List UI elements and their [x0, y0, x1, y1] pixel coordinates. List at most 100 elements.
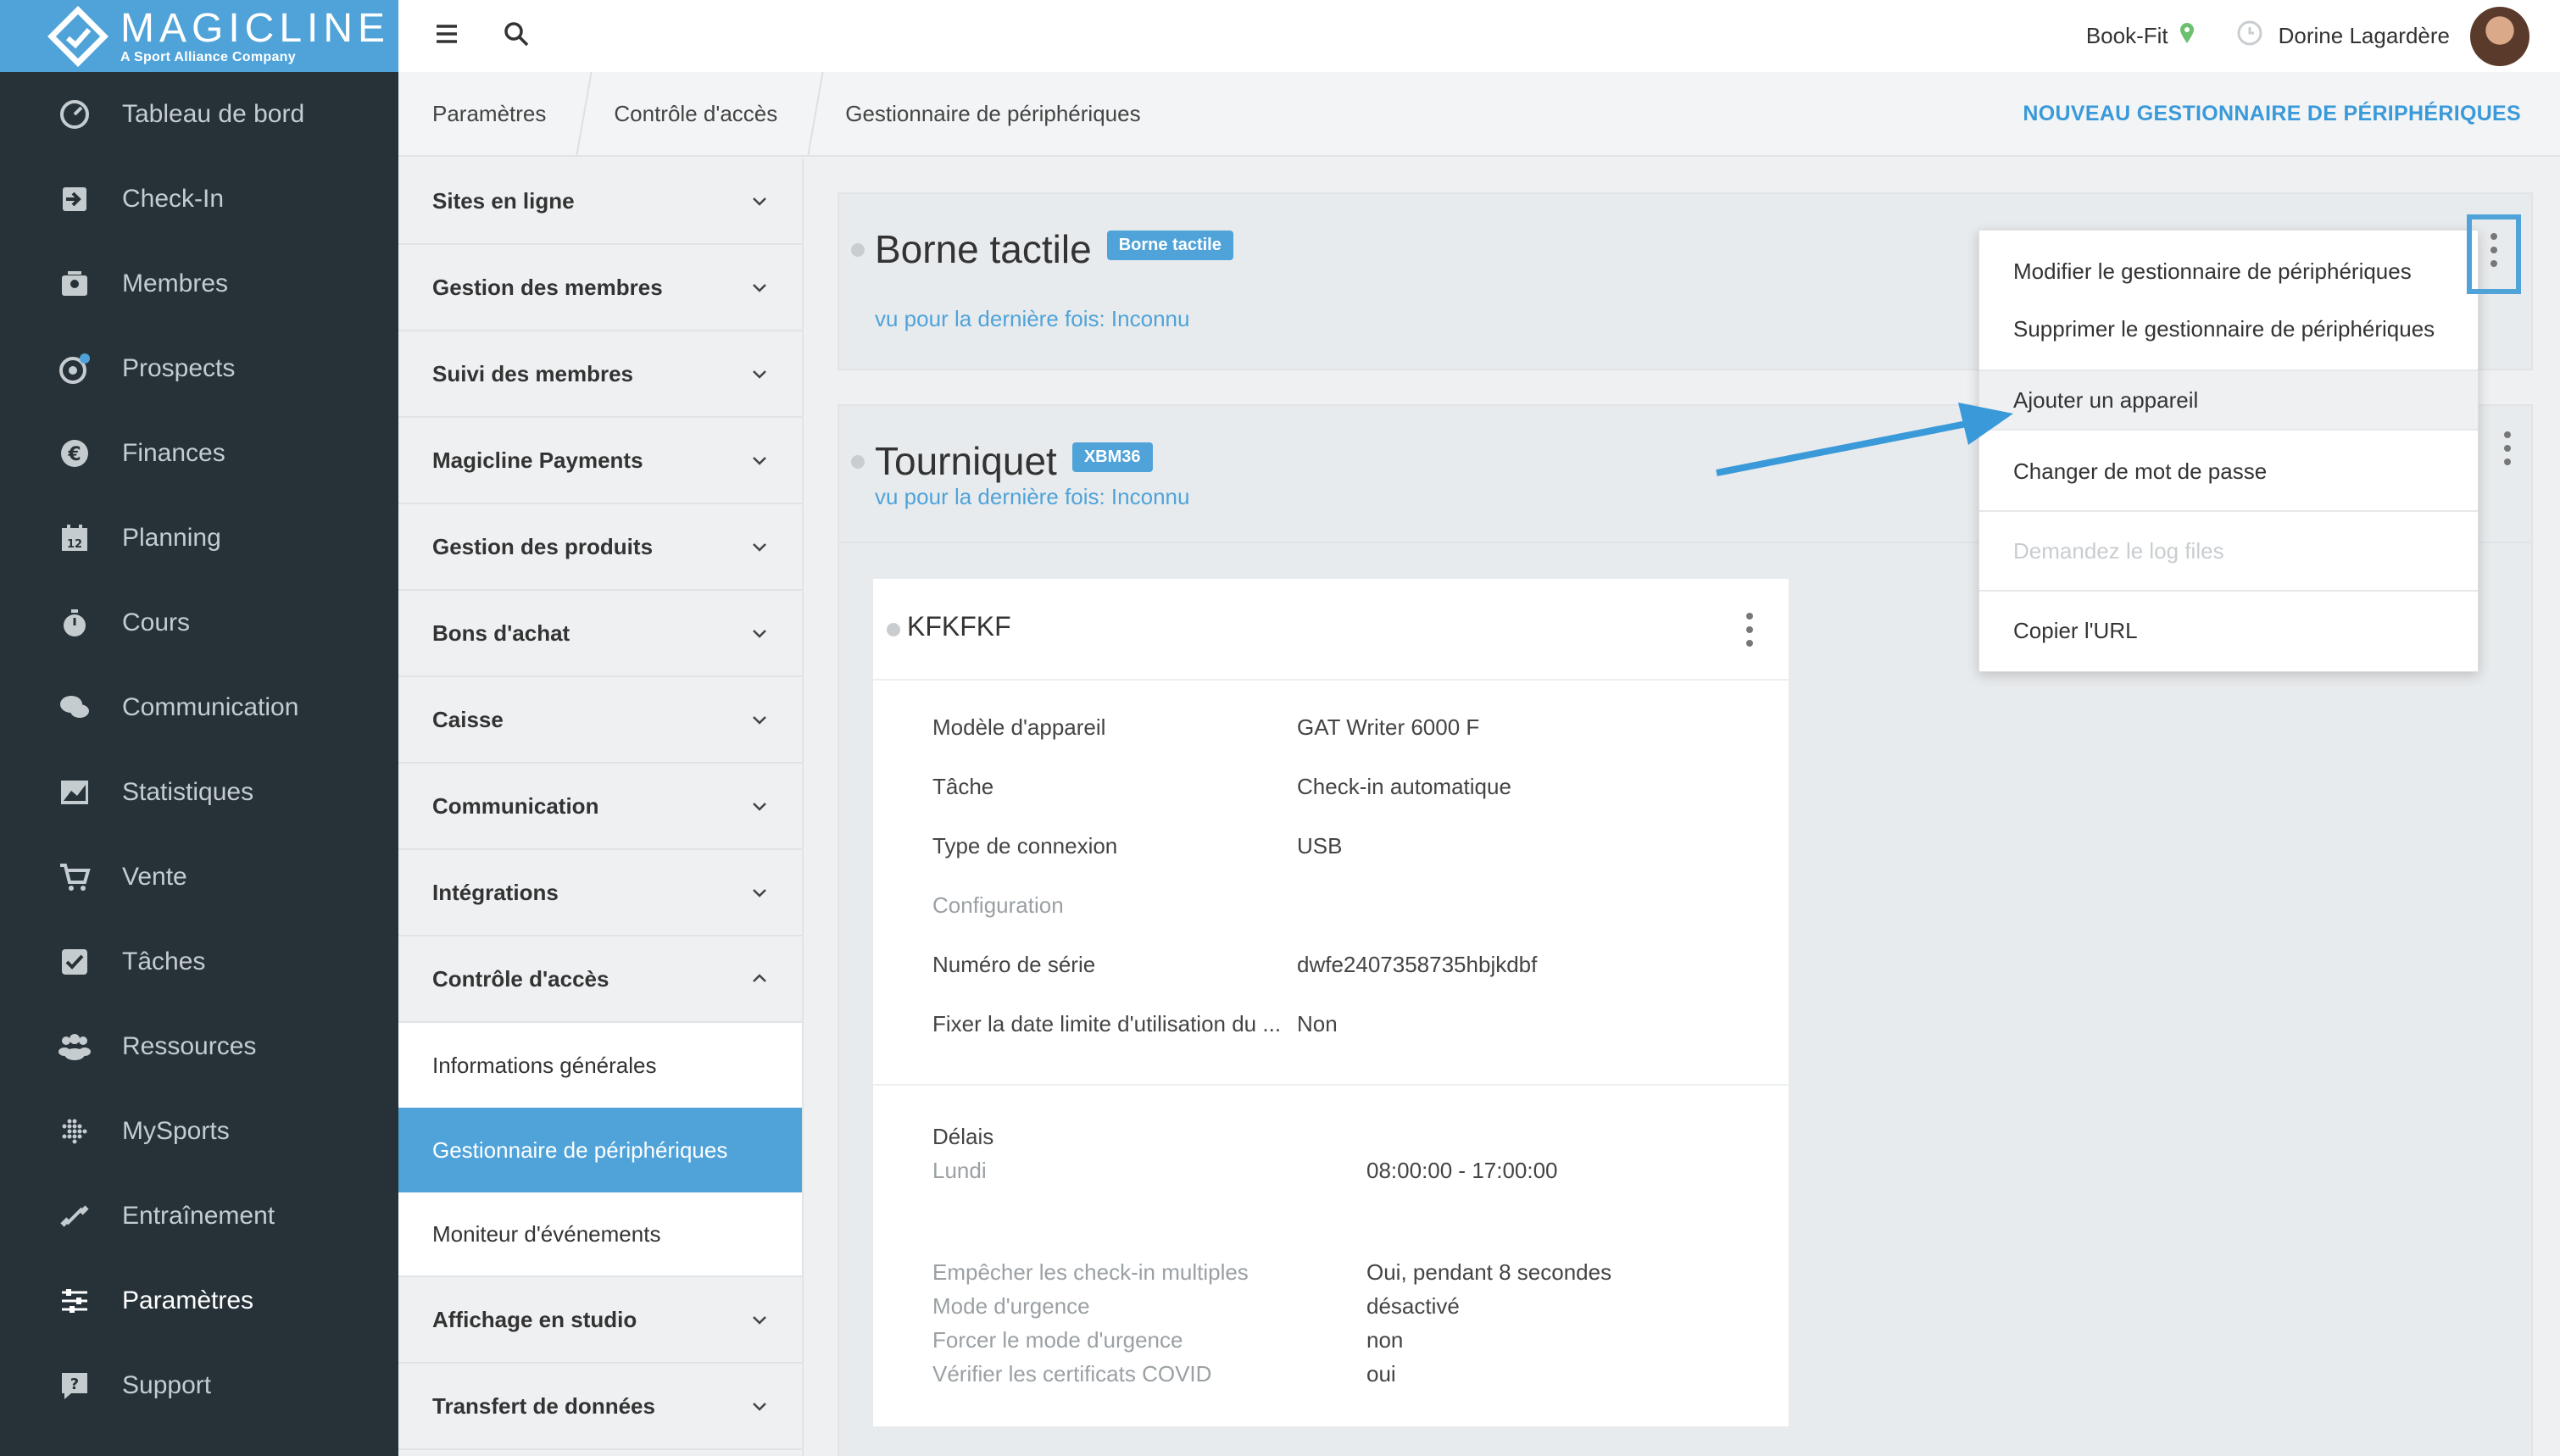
chevron-down-icon: [753, 889, 766, 897]
breadcrumb-item-controle-acces[interactable]: Contrôle d'accès: [580, 72, 824, 155]
settings-group[interactable]: Sites en ligne: [398, 158, 802, 245]
settings-group[interactable]: Magicline Payments: [398, 418, 802, 504]
svg-text:12: 12: [67, 538, 82, 551]
sidebar-item-mysports[interactable]: MySports: [0, 1089, 398, 1174]
settings-group-label: Intégrations: [432, 879, 559, 905]
menu-item-edit-device-manager[interactable]: Modifier le gestionnaire de périphérique…: [1979, 242, 2478, 300]
settings-group[interactable]: Intégrations: [398, 850, 802, 936]
sidebar-item-finances[interactable]: € Finances: [0, 411, 398, 496]
sidebar-item-support[interactable]: ? Support: [0, 1343, 398, 1428]
prop-value: Non: [1297, 1010, 1338, 1036]
group-icon: [58, 1030, 92, 1064]
settings-group[interactable]: Bons d'achat: [398, 591, 802, 677]
settings-group[interactable]: Caisse: [398, 677, 802, 764]
highlighted-options-button[interactable]: [2467, 214, 2521, 294]
cart-icon: [58, 860, 92, 894]
prop-value: USB: [1297, 832, 1343, 859]
dashboard-icon: [58, 97, 92, 131]
settings-group[interactable]: Suivi des membres: [398, 331, 802, 418]
chevron-down-icon: [753, 457, 766, 465]
settings-group[interactable]: Gestion des produits: [398, 504, 802, 591]
prospects-icon: [58, 352, 92, 386]
settings-sub-item[interactable]: Informations générales: [398, 1023, 802, 1108]
settings-group-label: Gestion des produits: [432, 533, 654, 559]
menu-icon[interactable]: [434, 23, 459, 49]
sidebar-item-cours[interactable]: Cours: [0, 581, 398, 665]
prop-row: Type de connexion USB: [873, 816, 1789, 875]
sidebar-item-entrainement[interactable]: Entraînement: [0, 1174, 398, 1259]
menu-item-copy-url[interactable]: Copier l'URL: [1979, 602, 2478, 659]
user-name[interactable]: Dorine Lagardère: [2279, 23, 2450, 49]
settings-group-expanded[interactable]: Contrôle d'accès: [398, 936, 802, 1023]
sidebar-item-label: Statistiques: [122, 778, 254, 806]
settings-group[interactable]: Transfert de données: [398, 1364, 802, 1450]
top-bar: Book-Fit Dorine Lagardère: [398, 0, 2560, 72]
prop-value: dwfe2407358735hbjkdbf: [1297, 951, 1538, 977]
settings-sub-item-active[interactable]: Gestionnaire de périphériques: [398, 1108, 802, 1192]
sidebar-item-ressources[interactable]: Ressources: [0, 1004, 398, 1089]
breadcrumb-item-parametres[interactable]: Paramètres: [398, 72, 593, 155]
sidebar-item-prospects[interactable]: Prospects: [0, 326, 398, 411]
settings-menu: Sites en ligne Gestion des membres Suivi…: [398, 158, 804, 1456]
brand-tagline: A Sport Alliance Company: [120, 49, 296, 64]
schedule-day: Lundi: [932, 1157, 987, 1183]
prop-row: Configuration: [873, 875, 1789, 935]
more-options-icon: [2490, 233, 2497, 267]
clock-icon[interactable]: [2236, 19, 2263, 53]
settings-group[interactable]: Gestion des membres: [398, 245, 802, 331]
schedule-time: 08:00:00 - 17:00:00: [1366, 1157, 1558, 1183]
sidebar-item-label: Ressources: [122, 1032, 257, 1060]
settings-group[interactable]: Affichage en studio: [398, 1277, 802, 1364]
delais-title: Délais: [932, 1123, 994, 1149]
sidebar-item-label: MySports: [122, 1117, 230, 1145]
settings-group-label: Gestion des membres: [432, 274, 663, 300]
sidebar-item-membres[interactable]: Membres: [0, 242, 398, 326]
help-icon: ?: [58, 1369, 92, 1403]
studio-name[interactable]: Book-Fit: [2086, 23, 2168, 49]
sidebar-item-planning[interactable]: 12 Planning: [0, 496, 398, 581]
menu-item-change-password[interactable]: Changer de mot de passe: [1979, 442, 2478, 500]
sidebar-item-taches[interactable]: Tâches: [0, 920, 398, 1004]
type-badge: XBM36: [1071, 442, 1153, 473]
chevron-down-icon: [753, 716, 766, 725]
chevron-down-icon: [753, 370, 766, 379]
prop-row: Tâche Check-in automatique: [873, 757, 1789, 816]
settings-group-label: Sites en ligne: [432, 187, 575, 214]
sidebar-item-parametres[interactable]: Paramètres: [0, 1259, 398, 1343]
sidebar-item-tableau-de-bord[interactable]: Tableau de bord: [0, 72, 398, 157]
prop-row: Numéro de série dwfe2407358735hbjkdbf: [873, 935, 1789, 994]
device-options-icon[interactable]: [1746, 613, 1753, 647]
option-key: Vérifier les certificats COVID: [932, 1360, 1212, 1387]
option-key: Forcer le mode d'urgence: [932, 1326, 1183, 1353]
settings-group-label: Suivi des membres: [432, 360, 633, 386]
option-value: non: [1366, 1326, 1404, 1353]
sidebar-item-statistiques[interactable]: Statistiques: [0, 750, 398, 835]
sidebar-item-check-in[interactable]: Check-In: [0, 157, 398, 242]
breadcrumb-label: Contrôle d'accès: [614, 100, 778, 126]
chevron-down-icon: [753, 543, 766, 552]
schedule-section: Délais Lundi 08:00:00 - 17:00:00 Empêcher…: [873, 1084, 1789, 1391]
avatar[interactable]: [2470, 6, 2529, 66]
logo[interactable]: MAGICLINE A Sport Alliance Company: [0, 0, 398, 72]
sliders-icon: [58, 1284, 92, 1318]
sidebar-item-communication[interactable]: Communication: [0, 665, 398, 750]
sidebar-item-label: Paramètres: [122, 1287, 254, 1314]
more-options-icon[interactable]: [2504, 431, 2511, 465]
menu-item-delete-device-manager[interactable]: Supprimer le gestionnaire de périphériqu…: [1979, 300, 2478, 358]
device-card: KFKFKF Modèle d'appareil GAT Writer 6000 …: [873, 579, 1789, 1426]
panel-title-text: Borne tactile: [875, 227, 1092, 271]
menu-item-add-device[interactable]: Ajouter un appareil: [1979, 371, 2478, 429]
search-icon[interactable]: [504, 21, 529, 51]
settings-group-label: Bons d'achat: [432, 620, 570, 646]
dots-grid-icon: [58, 1114, 92, 1148]
new-device-manager-button[interactable]: NOUVEAU GESTIONNAIRE DE PÉRIPHÉRIQUES: [2023, 102, 2560, 126]
settings-group[interactable]: Communication: [398, 764, 802, 850]
device-title: KFKFKF: [907, 611, 1011, 642]
sidebar-item-label: Vente: [122, 863, 187, 891]
settings-sub-item[interactable]: Moniteur d'événements: [398, 1192, 802, 1277]
settings-group-label: Magicline Payments: [432, 447, 643, 473]
sidebar-item-vente[interactable]: Vente: [0, 835, 398, 920]
sidebar-item-label: Support: [122, 1371, 212, 1399]
svg-text:€: €: [67, 444, 81, 465]
option-key: Mode d'urgence: [932, 1292, 1090, 1319]
